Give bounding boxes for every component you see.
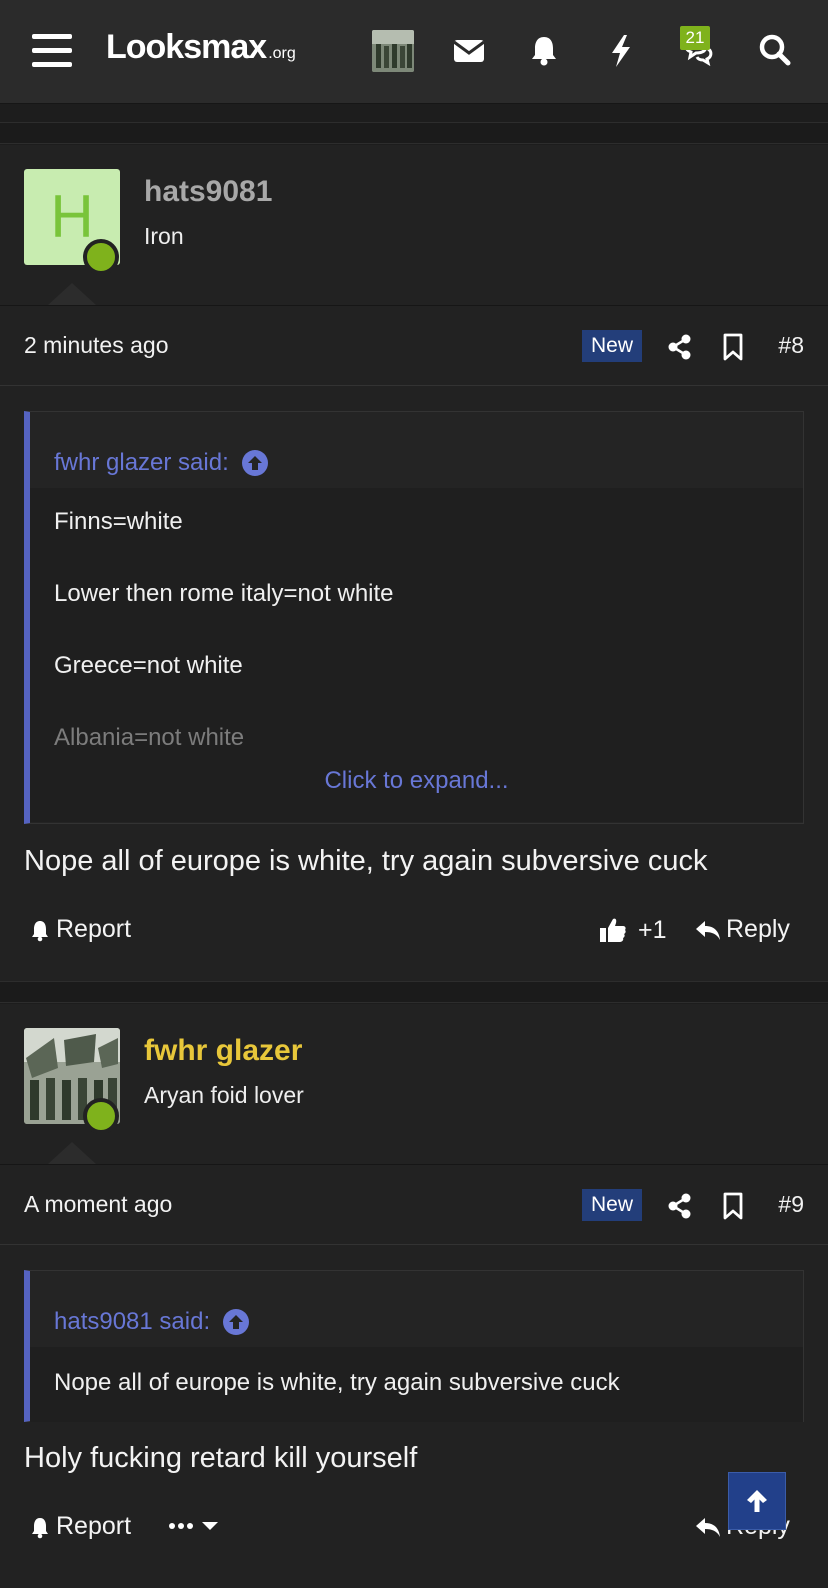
user-avatar[interactable] <box>372 30 414 72</box>
post-number-link[interactable]: #9 <box>778 1191 804 1218</box>
quote-author[interactable]: fwhr glazer said: <box>30 412 803 488</box>
post-message: Nope all of europe is white, try again s… <box>24 845 708 877</box>
reply-icon <box>696 920 720 940</box>
arrow-up-circle-icon[interactable] <box>222 1308 250 1336</box>
quote-line: Lower then rome italy=not white <box>54 580 394 607</box>
new-post-badge: New <box>582 330 643 362</box>
quote-author[interactable]: hats9081 said: <box>30 1271 803 1347</box>
logo-tld-text: .org <box>268 45 296 62</box>
quote-content: Finns=white Lower then rome italy=not wh… <box>30 488 803 752</box>
post-timestamp[interactable]: A moment ago <box>24 1191 172 1218</box>
share-icon[interactable] <box>665 1191 695 1221</box>
post-separator <box>0 981 828 1003</box>
menu-icon[interactable] <box>32 34 72 68</box>
arrow-up-icon <box>747 1490 767 1512</box>
post-user-header: fwhr glazer Aryan foid lover <box>0 1004 828 1164</box>
post-timestamp[interactable]: 2 minutes ago <box>24 332 168 359</box>
share-icon[interactable] <box>665 332 695 362</box>
more-icon <box>169 1522 218 1530</box>
post-caret <box>48 283 96 305</box>
arrow-up-circle-icon[interactable] <box>241 449 269 477</box>
username[interactable]: fwhr glazer <box>144 1034 302 1068</box>
report-button[interactable]: Report <box>28 915 131 944</box>
report-label: Report <box>56 915 132 943</box>
post-9: fwhr glazer Aryan foid lover A moment ag… <box>0 1004 828 1588</box>
bell-icon <box>32 1517 48 1538</box>
search-icon[interactable] <box>755 30 795 70</box>
logo-main-text: Looksmax <box>106 28 267 66</box>
more-options-button[interactable] <box>168 1516 224 1536</box>
post-caret <box>48 1142 96 1164</box>
reaction-count: +1 <box>638 915 667 944</box>
reply-button[interactable]: Reply <box>694 915 790 944</box>
quote-content: Nope all of europe is white, try again s… <box>30 1347 803 1422</box>
post-8: H hats9081 Iron 2 minutes ago New #8 fwh… <box>0 145 828 981</box>
username[interactable]: hats9081 <box>144 175 272 209</box>
alerts-count-badge: 21 <box>680 26 710 50</box>
reply-icon <box>696 1517 720 1537</box>
bolt-icon[interactable] <box>601 30 641 70</box>
post-number-link[interactable]: #8 <box>778 332 804 359</box>
thumbs-up-icon <box>600 918 626 942</box>
site-logo[interactable]: Looksmax .org <box>106 28 296 74</box>
reply-label: Reply <box>726 915 790 943</box>
top-navigation-bar: Looksmax .org 21 <box>0 0 828 104</box>
bell-icon <box>32 920 48 941</box>
bookmark-icon[interactable] <box>718 332 748 362</box>
post-meta-row: A moment ago New #9 <box>0 1165 828 1245</box>
scroll-to-top-button[interactable] <box>728 1472 786 1530</box>
post-message: Holy fucking retard kill yourself <box>24 1442 418 1474</box>
online-status-indicator <box>83 239 119 275</box>
post-separator <box>0 122 828 144</box>
envelope-icon[interactable] <box>449 30 489 70</box>
online-status-indicator <box>83 1098 119 1134</box>
report-button[interactable]: Report <box>28 1512 131 1541</box>
quote-block: fwhr glazer said: Finns=white Lower then… <box>24 411 804 824</box>
report-label: Report <box>56 1512 132 1540</box>
click-to-expand-link[interactable]: Click to expand... <box>30 752 803 822</box>
post-user-header: H hats9081 Iron <box>0 145 828 305</box>
quote-line: Greece=not white <box>54 652 243 679</box>
bell-icon[interactable] <box>524 30 564 70</box>
quote-author-label[interactable]: fwhr glazer said: <box>54 451 229 475</box>
quote-line: Finns=white <box>54 508 183 535</box>
quote-line: Nope all of europe is white, try again s… <box>54 1369 620 1396</box>
new-post-badge: New <box>582 1189 643 1221</box>
user-title: Iron <box>144 223 184 249</box>
post-meta-row: 2 minutes ago New #8 <box>0 306 828 386</box>
bookmark-icon[interactable] <box>718 1191 748 1221</box>
quote-line: Albania=not white <box>54 724 245 751</box>
user-title: Aryan foid lover <box>144 1082 304 1108</box>
quote-block: hats9081 said: Nope all of europe is whi… <box>24 1270 804 1422</box>
like-button[interactable]: +1 <box>598 915 667 945</box>
quote-author-label[interactable]: hats9081 said: <box>54 1310 210 1334</box>
